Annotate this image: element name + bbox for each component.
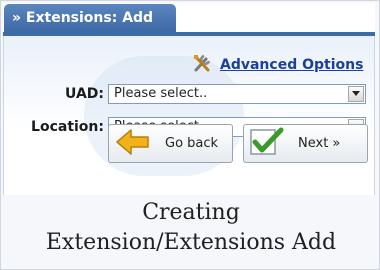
tab-extensions-add[interactable]: » Extensions: Add — [4, 4, 176, 32]
location-label: Location: — [31, 119, 104, 135]
checkmark-icon — [248, 126, 286, 162]
extensions-add-panel: » Extensions: Add Advanced Options UAD: — [3, 3, 375, 195]
uad-select-value: Please select.. — [114, 86, 208, 101]
tools-icon — [192, 53, 214, 77]
tab-label: » Extensions: Add — [12, 10, 154, 26]
chevron-down-icon[interactable] — [348, 86, 364, 102]
next-label: Next » — [298, 136, 341, 151]
go-back-button[interactable]: Go back — [108, 124, 233, 163]
uad-row: UAD: — [4, 83, 104, 105]
location-row: Location: — [4, 116, 104, 138]
caption-line-1: Creating — [142, 200, 240, 225]
form-body: Advanced Options UAD: Please select.. Lo… — [3, 36, 375, 195]
uad-label: UAD: — [65, 86, 104, 102]
caption-line-2: Extension/Extensions Add — [45, 230, 337, 255]
next-button[interactable]: Next » — [243, 124, 368, 163]
arrow-left-icon — [115, 128, 151, 160]
advanced-options-label[interactable]: Advanced Options — [220, 57, 363, 73]
thumbnail-frame: » Extensions: Add Advanced Options UAD: — [0, 0, 380, 270]
go-back-label: Go back — [165, 136, 219, 151]
advanced-options-link[interactable]: Advanced Options — [192, 54, 363, 76]
uad-select[interactable]: Please select.. — [108, 84, 366, 104]
